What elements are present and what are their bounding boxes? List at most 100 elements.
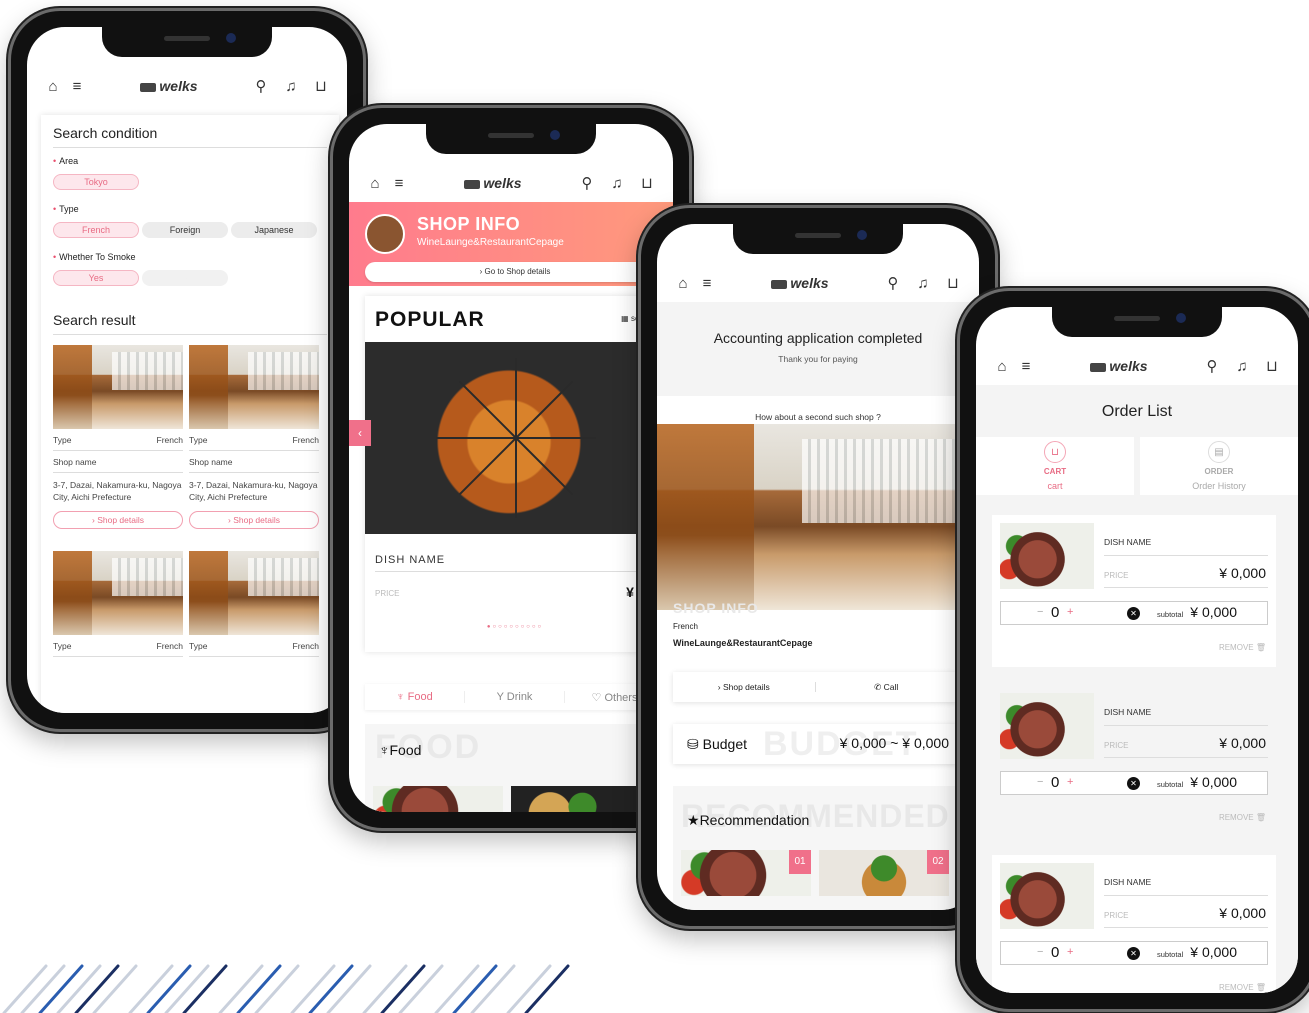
decrement-button[interactable]: − xyxy=(1037,776,1043,788)
type-chip-foreign[interactable]: Foreign xyxy=(142,222,228,238)
smoke-chip-no[interactable]: No xyxy=(142,270,228,286)
result-card[interactable]: Type French Shop name 3-7, Dazai, Nakamur… xyxy=(189,345,319,529)
rank-badge: 02 xyxy=(927,850,949,874)
call-button[interactable]: ✆ Call xyxy=(816,682,958,693)
brand-logo[interactable]: welks xyxy=(719,275,881,291)
result-card[interactable]: Type French Shop name 3-7, Dazai, Nakamur… xyxy=(53,345,183,529)
carousel-prev-button[interactable]: ‹ xyxy=(349,420,371,446)
app-header: ⌂ ≡ welks ⚲ ♫ ⊔ xyxy=(349,166,673,200)
subtotal-label: subtotal xyxy=(1157,950,1184,959)
menu-icon[interactable]: ≡ xyxy=(387,171,411,195)
search-icon[interactable]: ⚲ xyxy=(881,271,905,295)
smoke-label: Whether To Smoke xyxy=(59,252,136,262)
app-header: ⌂ ≡ welks ⚲ ♫ ⊔ xyxy=(657,266,979,300)
clear-icon[interactable]: ✕ xyxy=(1127,777,1140,790)
shop-details-button[interactable]: › Shop details xyxy=(189,511,319,529)
tab-cart[interactable]: ⊔ CART cart xyxy=(976,437,1134,495)
brand-logo[interactable]: welks xyxy=(1038,358,1200,374)
dish-name: DISH NAME xyxy=(1104,877,1152,887)
search-condition-title: Search condition xyxy=(53,125,327,148)
quantity-stepper[interactable]: − 0 + ✕ subtotal ¥ 0,000 xyxy=(1000,771,1268,795)
budget-value: ¥ 0,000 ~ ¥ 0,000 xyxy=(839,735,949,751)
type-label: Type xyxy=(59,204,79,214)
food-section: FOOD ♆Food xyxy=(365,724,665,812)
shop-info-bg-text: SHOP INFO xyxy=(673,600,759,616)
completed-title: Accounting application completed xyxy=(713,330,923,346)
thanks-text: Thank you for paying xyxy=(778,354,858,364)
popular-title: POPULAR xyxy=(375,308,485,331)
menu-icon[interactable]: ≡ xyxy=(695,271,719,295)
order-tabs: ⊔ CART cart ▤ ORDER Order History xyxy=(976,437,1298,495)
phone-screen: ⌂ ≡ welks ⚲ ♫ ⊔ Search condition • Area T… xyxy=(27,27,347,713)
decrement-button[interactable]: − xyxy=(1037,606,1043,618)
result-card[interactable]: Type French xyxy=(189,551,319,657)
search-panel: Search condition • Area Tokyo • Type Frenc… xyxy=(41,115,339,713)
search-icon[interactable]: ⚲ xyxy=(1200,354,1224,378)
quantity-stepper[interactable]: − 0 + ✕ subtotal ¥ 0,000 xyxy=(1000,601,1268,625)
increment-button[interactable]: + xyxy=(1067,606,1073,618)
home-icon[interactable]: ⌂ xyxy=(363,171,387,195)
cart-icon[interactable]: ⊔ xyxy=(309,74,333,98)
shop-details-button[interactable]: › Shop details xyxy=(673,682,816,692)
increment-button[interactable]: + xyxy=(1067,946,1073,958)
remove-button[interactable]: REMOVE 🗑 xyxy=(1219,813,1266,822)
menu-icon[interactable]: ≡ xyxy=(1014,354,1038,378)
shop-details-button[interactable]: › Shop details xyxy=(53,511,183,529)
cart-icon[interactable]: ⊔ xyxy=(1260,354,1284,378)
recommended-item[interactable]: 01 xyxy=(681,850,811,896)
area-chip-tokyo[interactable]: Tokyo xyxy=(53,174,139,190)
search-icon[interactable]: ⚲ xyxy=(575,171,599,195)
increment-button[interactable]: + xyxy=(1067,776,1073,788)
tab-food[interactable]: ♆ Food xyxy=(365,691,465,703)
restaurant-photo xyxy=(53,551,183,635)
remove-button[interactable]: REMOVE 🗑 xyxy=(1219,643,1266,652)
quantity-stepper[interactable]: − 0 + ✕ subtotal ¥ 0,000 xyxy=(1000,941,1268,965)
recommended-item[interactable]: 02 xyxy=(819,850,949,896)
phone-screen: ⌂ ≡ welks ⚲ ♫ ⊔ Accounting application c… xyxy=(657,224,979,910)
bell-icon[interactable]: ♫ xyxy=(1230,354,1254,378)
subtotal-value: ¥ 0,000 xyxy=(1190,604,1237,620)
price-value: ¥ 0,000 xyxy=(1219,735,1266,751)
brand-logo[interactable]: welks xyxy=(89,78,249,94)
notch xyxy=(733,224,903,254)
result-card[interactable]: Type French xyxy=(53,551,183,657)
menu-icon[interactable]: ≡ xyxy=(65,74,89,98)
dish-name: DISH NAME xyxy=(1104,707,1152,717)
smoke-chip-yes[interactable]: Yes xyxy=(53,270,139,286)
search-icon[interactable]: ⚲ xyxy=(249,74,273,98)
phone-screen: ⌂ ≡ welks ⚲ ♫ ⊔ Order List ⊔ CART cart ▤ xyxy=(976,307,1298,993)
fork-knife-icon: ♆ xyxy=(396,691,405,703)
price-label: PRICE xyxy=(1104,571,1129,580)
type-chip-japanese[interactable]: Japanese xyxy=(231,222,317,238)
notch xyxy=(426,124,596,154)
trash-icon: 🗑 xyxy=(1255,983,1266,992)
food-thumbnail[interactable] xyxy=(373,786,503,812)
notch xyxy=(1052,307,1222,337)
decrement-button[interactable]: − xyxy=(1037,946,1043,958)
bell-icon[interactable]: ♫ xyxy=(279,74,303,98)
bell-icon[interactable]: ♫ xyxy=(911,271,935,295)
food-thumbnail[interactable] xyxy=(511,786,641,812)
quantity-value: 0 xyxy=(1051,944,1060,961)
tab-order-history[interactable]: ▤ ORDER Order History xyxy=(1140,437,1298,495)
notch xyxy=(102,27,272,57)
area-label: Area xyxy=(59,156,79,166)
clear-icon[interactable]: ✕ xyxy=(1127,607,1140,620)
clear-icon[interactable]: ✕ xyxy=(1127,947,1140,960)
home-icon[interactable]: ⌂ xyxy=(41,74,65,98)
cart-icon[interactable]: ⊔ xyxy=(941,271,965,295)
go-to-shop-button[interactable]: › Go to Shop details xyxy=(365,262,665,282)
bell-icon[interactable]: ♫ xyxy=(605,171,629,195)
cart-icon[interactable]: ⊔ xyxy=(635,171,659,195)
price-label: PRICE xyxy=(1104,911,1129,920)
type-chip-french[interactable]: French xyxy=(53,222,139,238)
carousel-dots[interactable]: ●○○○○○○○○○ xyxy=(365,624,665,630)
brand-logo[interactable]: welks xyxy=(411,175,575,191)
tab-drink[interactable]: Y Drink xyxy=(465,691,565,703)
home-icon[interactable]: ⌂ xyxy=(671,271,695,295)
shop-address: 3-7, Dazai, Nakamura-ku, Nagoya City, Ai… xyxy=(53,480,182,502)
remove-button[interactable]: REMOVE 🗑 xyxy=(1219,983,1266,992)
home-icon[interactable]: ⌂ xyxy=(990,354,1014,378)
result-grid: Type French Shop name 3-7, Dazai, Nakamur… xyxy=(53,345,327,529)
search-result-title: Search result xyxy=(53,312,327,335)
